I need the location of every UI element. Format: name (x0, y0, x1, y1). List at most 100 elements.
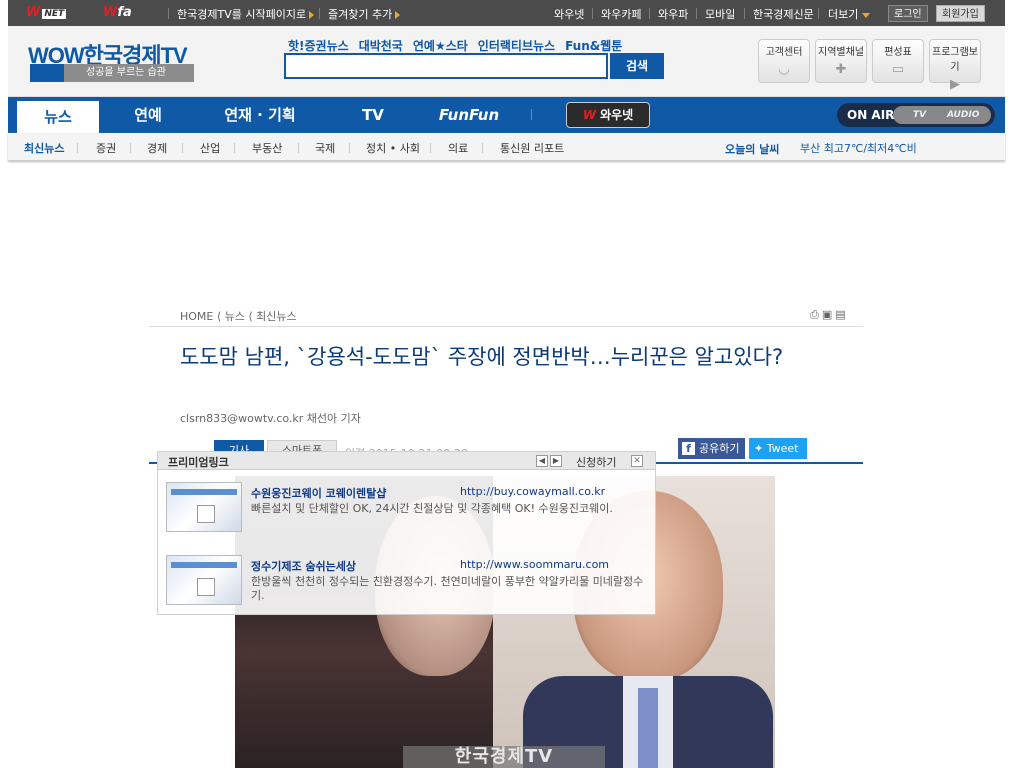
bookmark-link[interactable]: 즐겨찾기 추가 (328, 6, 401, 22)
wownet-logo-icon: W (582, 108, 597, 122)
subnav-economy[interactable]: 경제 (147, 140, 167, 156)
tweet-label: Tweet (766, 442, 799, 455)
program-view-button[interactable]: 프로그램보기 ▶ (929, 39, 981, 92)
close-icon[interactable]: ✕ (631, 455, 643, 467)
top-link-hankyung[interactable]: 한국경제신문 (753, 6, 814, 22)
divider (744, 8, 745, 19)
quick-label: 지역별채널 (818, 47, 864, 58)
nav-funfun[interactable]: FunFun (426, 97, 512, 133)
ad-url[interactable]: http://www.soommaru.com (460, 558, 609, 571)
hot-link[interactable]: 연예★스타 (413, 39, 468, 53)
subnav-international[interactable]: 국제 (315, 140, 335, 156)
photo-watermark: 한국경제TV (403, 746, 605, 768)
ad-name[interactable]: 정수기제조 숨쉬는세상 (251, 558, 356, 574)
hot-link[interactable]: 인터랙티브뉴스 (478, 39, 555, 53)
top-utility-bar: W NET Wfa 한국경제TV를 시작페이지로 즐겨찾기 추가 와우넷 와우카페… (8, 0, 1005, 26)
ad-thumbnail[interactable] (166, 555, 242, 605)
hot-link[interactable]: 대박천국 (359, 39, 403, 53)
top-link-wowcafe[interactable]: 와우카페 (601, 6, 641, 22)
hot-link[interactable]: 핫!증권뉴스 (288, 39, 349, 53)
signup-button[interactable]: 회원가입 (936, 5, 985, 22)
search-hot-links: 핫!증권뉴스 대박천국 연예★스타 인터랙티브뉴스 Fun&웹툰 (288, 37, 632, 54)
premium-link-title: 프리미엄링크 (168, 456, 229, 469)
login-button[interactable]: 로그인 (888, 5, 928, 22)
print-icon[interactable]: ⎙ (810, 308, 822, 321)
tv-schedule-icon: ▭ (891, 62, 905, 77)
ad-description: 빠른설치 및 단체할인 OK, 24시간 친절상담 및 각종혜택 OK! 수원웅… (251, 502, 613, 515)
apply-link[interactable]: 신청하기 (576, 454, 616, 470)
regional-channel-button[interactable]: 지역별채널 ✚ (815, 39, 867, 83)
ad-url[interactable]: http://buy.cowaymall.co.kr (460, 485, 605, 498)
plus-icon: ✚ (835, 62, 847, 77)
subnav-stock[interactable]: 증권 (96, 140, 116, 156)
on-air-tv[interactable]: TV (913, 106, 926, 124)
wownet-logo[interactable]: W NET (26, 5, 67, 21)
ad-name[interactable]: 수원웅진코웨이 코웨이렌탈샵 (251, 485, 386, 501)
wowfa-logo-mark: W (103, 5, 118, 20)
ad-thumbnail[interactable] (166, 482, 242, 532)
on-air-switch[interactable]: TV AUDIO (893, 106, 991, 124)
subnav-realestate[interactable]: 부동산 (252, 140, 282, 156)
subnav-industry[interactable]: 산업 (200, 140, 220, 156)
arrow-right-icon (395, 11, 401, 19)
divider (77, 143, 78, 153)
customer-center-button[interactable]: 고객센터 ◡ (758, 39, 810, 83)
set-homepage-link[interactable]: 한국경제TV를 시작페이지로 (177, 6, 315, 22)
top-link-mobile[interactable]: 모바일 (705, 6, 735, 22)
search-input[interactable] (284, 53, 608, 79)
font-size-icon[interactable]: ▣ (822, 308, 835, 321)
nav-news[interactable]: 뉴스 (17, 101, 99, 133)
ad-thumbnail-bar (171, 489, 237, 495)
site-tagline: 성공을 부르는 습관 (30, 64, 194, 82)
ad-item[interactable]: 정수기제조 숨쉬는세상 http://www.soommaru.com 한방울씩… (166, 555, 648, 609)
breadcrumb[interactable]: HOME ⟨ 뉴스 ⟨ 최신뉴스 (180, 308, 297, 324)
divider (149, 326, 863, 327)
divider (482, 143, 483, 153)
facebook-icon: f (682, 442, 695, 455)
divider (696, 8, 697, 19)
wownet-logo-text: NET (42, 9, 67, 19)
divider (182, 143, 183, 153)
play-icon: ▶ (950, 77, 960, 92)
tweet-button[interactable]: ✦ Tweet (749, 438, 807, 459)
schedule-button[interactable]: 편성표 ▭ (872, 39, 924, 83)
divider (430, 143, 431, 153)
ad-thumbnail-product (197, 578, 215, 596)
tagline-text: 성공을 부르는 습관 (86, 67, 166, 78)
wownet-button[interactable]: W 와우넷 (566, 102, 650, 128)
next-icon[interactable]: ▶ (550, 455, 562, 467)
subnav-latest[interactable]: 최신뉴스 (24, 140, 64, 156)
divider (319, 8, 320, 19)
premium-link-header: 프리미엄링크 ◀ ▶ 신청하기 ✕ (158, 452, 655, 470)
twitter-icon: ✦ (754, 442, 767, 455)
subnav-correspondent[interactable]: 통신원 리포트 (500, 140, 564, 156)
on-air-toggle[interactable]: ON AIR TV AUDIO (837, 103, 995, 127)
search-button[interactable]: 검색 (610, 53, 664, 79)
hot-link[interactable]: Fun&웹툰 (565, 39, 622, 53)
divider (818, 8, 819, 19)
premium-link-box: 프리미엄링크 ◀ ▶ 신청하기 ✕ 수원웅진코웨이 코웨이렌탈샵 http://… (157, 451, 656, 615)
on-air-label: ON AIR (847, 108, 895, 122)
nav-entertainment[interactable]: 연예 (108, 97, 188, 133)
ad-description: 한방울씩 천천히 정수되는 친환경정수기. 천연미네랄이 풍부한 약알카리물 미… (251, 575, 644, 602)
ad-thumbnail-product (197, 505, 215, 523)
more-dropdown[interactable]: 더보기 (828, 6, 871, 22)
facebook-share-button[interactable]: f 공유하기 (678, 438, 745, 459)
ad-item[interactable]: 수원웅진코웨이 코웨이렌탈샵 http://buy.cowaymall.co.k… (166, 482, 648, 536)
copy-icon[interactable]: ▤ (835, 308, 848, 321)
prev-icon[interactable]: ◀ (536, 455, 548, 467)
facebook-share-label: 공유하기 (699, 442, 740, 455)
subnav-medical[interactable]: 의료 (448, 140, 468, 156)
wowfa-logo[interactable]: Wfa (103, 5, 132, 21)
article-title: 도도맘 남편, `강용석-도도맘` 주장에 정면반박…누리꾼은 알고있다? (180, 345, 784, 369)
top-link-wowpa[interactable]: 와우파 (658, 6, 688, 22)
quick-label: 고객센터 (765, 47, 803, 58)
divider (649, 8, 650, 19)
main-nav: 뉴스 연예 연재 · 기획 TV FunFun W 와우넷 ON AIR TV AU… (8, 97, 1005, 133)
on-air-audio[interactable]: AUDIO (947, 106, 979, 124)
nav-tv[interactable]: TV (343, 97, 403, 133)
top-link-wownet[interactable]: 와우넷 (554, 6, 584, 22)
nav-series[interactable]: 연재 · 기획 (208, 97, 312, 133)
site-header: WOW한국경제TV 성공을 부르는 습관 핫!증권뉴스 대박천국 연예★스타 인터랙티… (8, 26, 1005, 97)
subnav-politics[interactable]: 정치 • 사회 (366, 140, 420, 156)
